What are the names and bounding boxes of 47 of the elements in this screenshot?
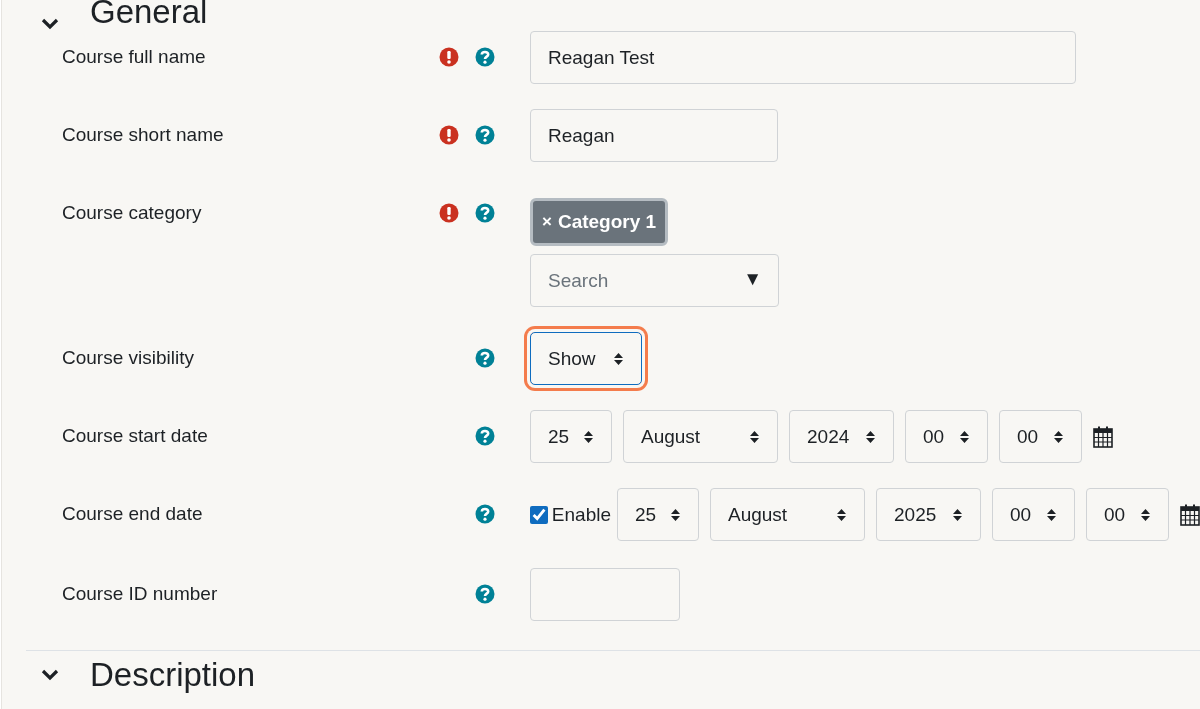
- field-label: Course full name: [61, 45, 207, 69]
- help-icon[interactable]: [475, 348, 495, 368]
- field-label: Course ID number: [61, 582, 219, 606]
- text-field[interactable]: Reagan Test: [530, 31, 1076, 84]
- select-field[interactable]: 25: [530, 410, 612, 463]
- select-field[interactable]: 25: [617, 488, 699, 541]
- select-field[interactable]: August: [623, 410, 778, 463]
- select-field[interactable]: 00: [992, 488, 1075, 541]
- sort-arrows-icon: [1053, 429, 1064, 444]
- field-label: Course start date: [61, 424, 209, 448]
- calendar-icon[interactable]: [1093, 425, 1113, 448]
- help-icon[interactable]: [474, 504, 495, 524]
- sort-arrows-icon: [1046, 507, 1057, 522]
- sort-arrows-icon: [952, 507, 963, 522]
- text-field[interactable]: [530, 568, 680, 621]
- calendar-icon[interactable]: [1180, 503, 1200, 526]
- sort-arrows-icon: [670, 507, 681, 522]
- enable-checkbox[interactable]: [529, 505, 548, 524]
- section-heading: Description: [90, 656, 256, 694]
- help-icon[interactable]: [475, 203, 495, 223]
- help-icon[interactable]: [475, 125, 495, 145]
- field-label: Course category: [61, 201, 203, 225]
- select-field[interactable]: 00: [999, 410, 1082, 463]
- help-icon[interactable]: [475, 47, 495, 67]
- dropdown-arrow[interactable]: ▼: [743, 269, 762, 288]
- chevron-icon[interactable]: [40, 668, 60, 682]
- field-label: Course visibility: [61, 346, 195, 370]
- help-icon[interactable]: [475, 426, 495, 446]
- select-field[interactable]: 00: [1086, 488, 1169, 541]
- sort-arrows-icon: [749, 429, 760, 444]
- sort-arrows-icon: [865, 429, 876, 444]
- select-field[interactable]: 2025: [876, 488, 981, 541]
- sort-arrows-icon: [959, 429, 970, 444]
- sort-arrows-icon: [1140, 507, 1151, 522]
- help-icon[interactable]: [475, 584, 495, 604]
- sort-arrows-icon: [613, 351, 624, 366]
- select-field[interactable]: 2024: [789, 410, 894, 463]
- sort-arrows-icon: [583, 429, 594, 444]
- checkbox-label[interactable]: Enable: [551, 503, 611, 526]
- chevron-icon[interactable]: [40, 17, 60, 31]
- category-tag[interactable]: × Category 1: [530, 198, 669, 246]
- field-label: Course end date: [61, 502, 204, 526]
- select-field[interactable]: August: [710, 488, 865, 541]
- sort-arrows-icon: [836, 507, 847, 522]
- text-field[interactable]: Reagan: [530, 109, 778, 162]
- select-field[interactable]: 00: [905, 410, 988, 463]
- field-label: Course short name: [61, 123, 225, 147]
